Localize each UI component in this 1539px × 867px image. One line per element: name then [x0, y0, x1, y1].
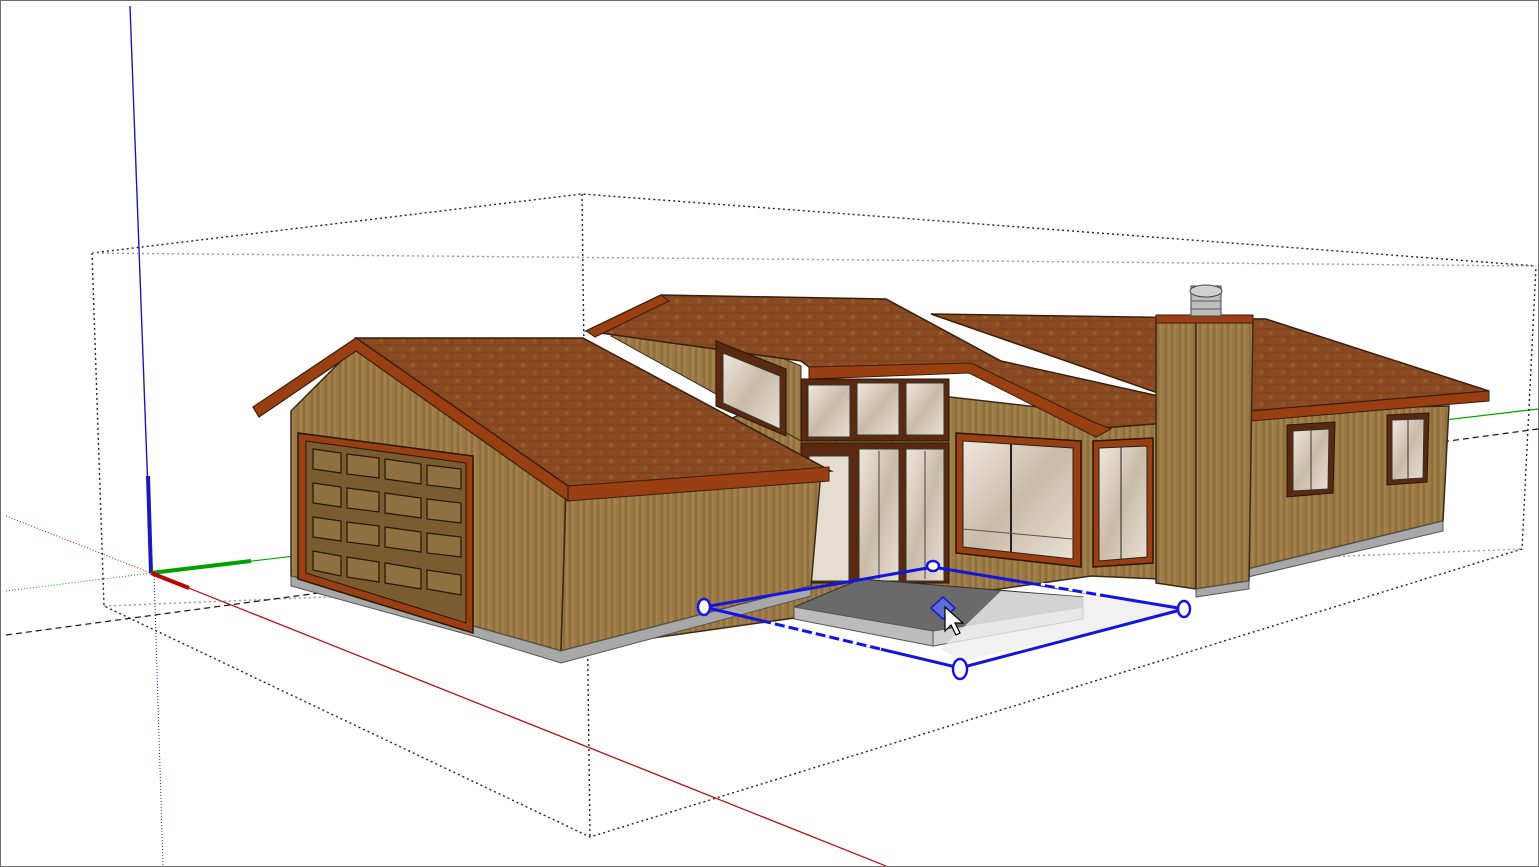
- chimney: [1155, 284, 1254, 598]
- garage-door: [297, 432, 474, 635]
- right-wing-window-2: [1386, 412, 1430, 486]
- scale-grip-right[interactable]: [1176, 599, 1192, 619]
- blue-axis-dotted: [153, 572, 164, 866]
- blue-axis-thick: [146, 475, 153, 574]
- red-axis-thick: [150, 571, 190, 590]
- side-window: [1092, 437, 1154, 568]
- scale-grip-top[interactable]: [925, 559, 941, 573]
- green-axis-thick: [150, 559, 252, 575]
- right-wing-window-1: [1286, 421, 1336, 498]
- model-canvas[interactable]: [1, 1, 1538, 866]
- red-axis-dotted: [5, 515, 152, 574]
- house-model[interactable]: [252, 284, 1490, 664]
- scale-grip-bottom[interactable]: [951, 657, 969, 681]
- entry-doors: [800, 442, 950, 584]
- green-axis-dotted: [5, 572, 152, 592]
- scale-grip-left[interactable]: [696, 597, 712, 617]
- patio-slab[interactable]: [793, 578, 1181, 661]
- entry-transom-windows: [800, 378, 950, 442]
- living-room-window: [955, 432, 1082, 568]
- modeling-viewport[interactable]: [0, 0, 1539, 867]
